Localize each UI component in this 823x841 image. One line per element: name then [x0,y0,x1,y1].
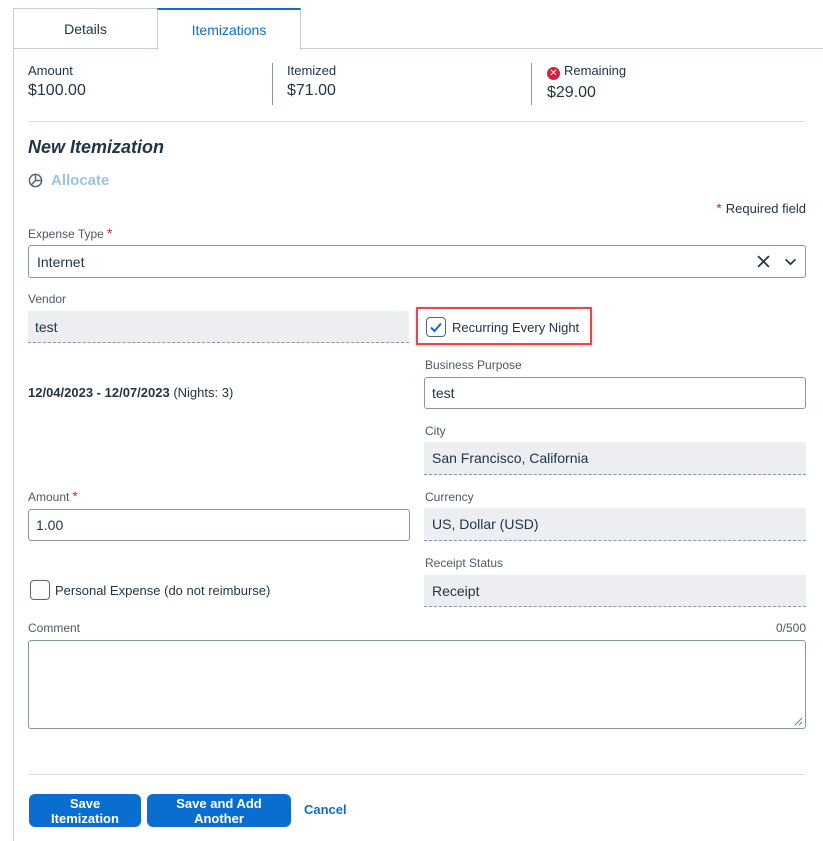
pie-chart-icon [28,173,43,188]
recurring-checkbox[interactable]: Recurring Every Night [426,317,579,337]
allocate-button[interactable]: Allocate [28,172,109,189]
allocate-label: Allocate [51,172,110,189]
summary-itemized-label: Itemized [287,63,337,78]
personal-expense-checkbox[interactable]: Personal Expense (do not reimburse) [30,580,270,600]
required-note-text: Required field [725,201,806,216]
personal-expense-label: Personal Expense (do not reimburse) [55,582,271,598]
amount-label-text: Amount [28,490,70,504]
summary-amount-value: $100.00 [28,82,86,99]
tab-itemizations-label: Itemizations [191,22,267,38]
city-value: San Francisco, California [432,450,589,466]
business-purpose-value: test [432,385,455,401]
tab-itemizations[interactable]: Itemizations [157,8,301,50]
save-itemization-button[interactable]: Save Itemization [29,794,141,827]
currency-label: Currency [425,490,474,504]
city-label: City [425,424,446,438]
clear-icon[interactable] [757,255,770,268]
personal-expense-checkbox-box[interactable] [30,580,50,600]
summary-itemized: Itemized $71.00 [287,63,336,100]
summary-amount-label: Amount [28,63,73,78]
section-title: New Itemization [28,137,165,157]
panel-border [13,48,14,841]
currency-value: US, Dollar (USD) [432,516,539,532]
vendor-label: Vendor [28,292,67,306]
required-marker: * [72,488,78,504]
expense-type-select[interactable]: Internet [28,245,806,278]
summary-divider [531,63,532,105]
tab-border [13,48,158,49]
chevron-down-icon[interactable] [784,255,797,268]
summary-divider [272,63,273,105]
recurring-label: Recurring Every Night [452,319,580,335]
comment-textarea[interactable] [28,640,806,729]
receipt-status-field[interactable]: Receipt [424,575,806,607]
business-purpose-input[interactable]: test [424,377,806,409]
vendor-value: test [35,318,58,335]
error-icon: ✕ [547,67,560,80]
tab-border [301,48,823,49]
required-note: * Required field [713,200,806,216]
tab-details[interactable]: Details [13,8,158,49]
date-range: 12/04/2023 - 12/07/2023 (Nights: 3) [28,385,233,400]
currency-field[interactable]: US, Dollar (USD) [424,508,806,541]
required-marker: * [106,225,113,241]
expense-type-value: Internet [37,253,85,270]
receipt-status-value: Receipt [432,582,480,599]
recurring-checkbox-box[interactable] [426,317,446,337]
city-field[interactable]: San Francisco, California [424,442,806,475]
summary-itemized-value: $71.00 [287,82,336,99]
tab-details-label: Details [64,21,107,37]
expense-type-label: Expense Type * [28,225,112,241]
date-range-nights: (Nights: 3) [173,385,234,400]
summary-amount: Amount $100.00 [28,63,86,100]
receipt-status-label: Receipt Status [425,556,504,570]
cancel-link[interactable]: Cancel [304,802,347,817]
amount-input[interactable]: 1.00 [28,509,410,541]
summary-remaining: ✕ Remaining $29.00 [547,63,626,102]
summary-remaining-value: $29.00 [547,84,596,101]
checkmark-icon [430,322,442,333]
divider [28,774,805,775]
comment-counter: 0/500 [775,621,806,635]
comment-label: Comment [28,621,81,635]
resize-handle-icon[interactable] [794,717,803,726]
required-marker: * [716,200,722,216]
vendor-field[interactable]: test [28,311,409,343]
save-and-add-another-button[interactable]: Save and Add Another [147,794,291,827]
divider [28,121,805,122]
expense-type-label-text: Expense Type [28,227,104,241]
summary-remaining-label: Remaining [564,63,627,78]
business-purpose-label: Business Purpose [425,358,522,372]
date-range-dates: 12/04/2023 - 12/07/2023 [28,385,170,400]
amount-label: Amount * [28,488,78,504]
amount-value: 1.00 [36,517,64,533]
